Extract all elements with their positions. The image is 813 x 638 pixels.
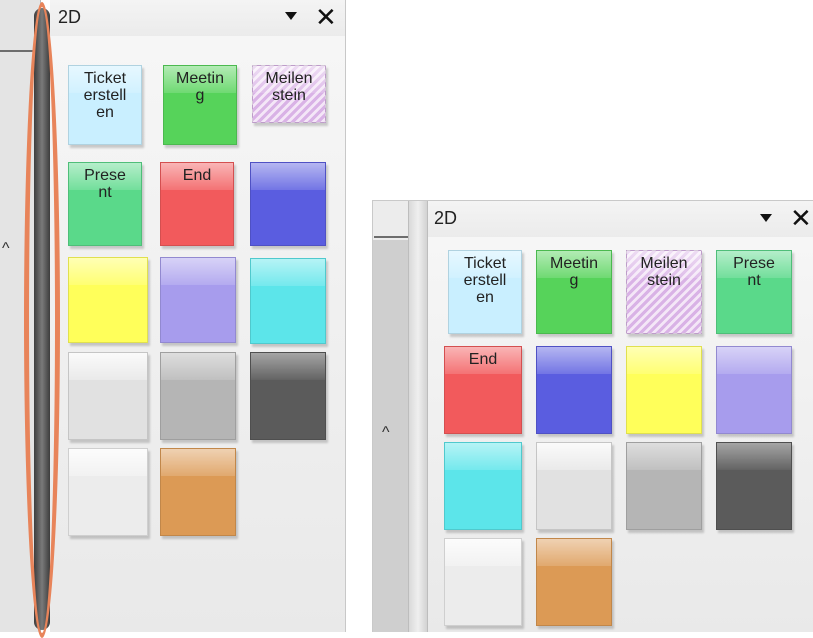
tile-ticket-erstellen[interactable]: Ticket erstell en [448,250,522,334]
tile-very-light-gray[interactable] [444,538,522,626]
pane-title: 2D [434,208,458,228]
gutter-divider [374,236,408,238]
highlight-ellipse [24,2,60,638]
tile-end[interactable]: End [160,162,234,246]
tile-present[interactable]: Prese nt [68,162,142,246]
close-icon[interactable]: ✕ [790,203,812,233]
left-pane-border [345,0,346,632]
tile-cyan[interactable] [444,442,522,530]
dropdown-arrow-icon[interactable] [285,12,297,20]
tile-label: Meilen stein [640,255,688,289]
tile-label: Ticket erstell en [83,70,127,121]
tile-meeting[interactable]: Meetin g [536,250,612,334]
tile-label: Meilen stein [265,70,313,104]
tile-label: Prese nt [733,255,775,289]
tile-medium-gray[interactable] [160,352,236,440]
scroll-track[interactable] [373,240,408,632]
tile-yellow[interactable] [626,346,702,434]
left-pane-header [50,0,346,36]
tile-label: End [468,351,498,368]
dropdown-arrow-icon[interactable] [760,214,772,222]
tile-cyan[interactable] [250,258,326,344]
scroll-track-top [373,201,408,240]
tile-label: Ticket erstell en [463,255,507,306]
tile-orange[interactable] [160,448,236,536]
tile-lavender[interactable] [160,257,236,343]
tile-orange[interactable] [536,538,612,626]
tile-blue[interactable] [250,162,326,246]
splitter[interactable] [408,201,428,632]
tile-ticket-erstellen[interactable]: Ticket erstell en [68,65,142,145]
tile-meeting[interactable]: Meetin g [163,65,237,145]
tile-light-gray[interactable] [536,442,612,530]
tile-label: End [182,167,212,184]
close-icon[interactable]: ✕ [315,2,337,32]
tile-meilenstein[interactable]: Meilen stein [626,250,702,334]
tile-end[interactable]: End [444,346,522,434]
tile-light-gray[interactable] [68,352,148,440]
tile-label: Prese nt [84,167,126,201]
tile-label: Meetin g [549,255,599,289]
tile-dark-gray[interactable] [250,352,326,440]
tile-blue[interactable] [536,346,612,434]
scroll-up-button[interactable]: ^ [2,240,10,258]
pane-title: 2D [58,7,82,27]
tile-yellow[interactable] [68,257,148,343]
tile-very-light-gray[interactable] [68,448,148,536]
right-pane-header [428,201,813,237]
tile-medium-gray[interactable] [626,442,702,530]
tile-dark-gray[interactable] [716,442,792,530]
tile-label: Meetin g [175,70,225,104]
tile-meilenstein[interactable]: Meilen stein [252,65,326,123]
scroll-up-button[interactable]: ^ [382,424,390,442]
tile-present[interactable]: Prese nt [716,250,792,334]
tile-lavender[interactable] [716,346,792,434]
